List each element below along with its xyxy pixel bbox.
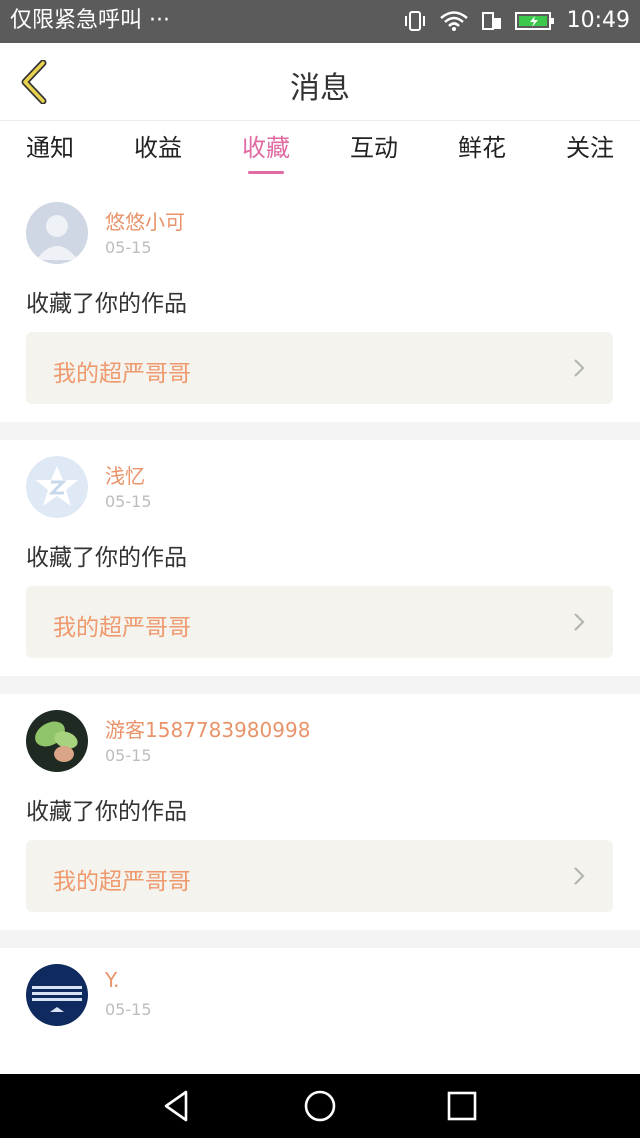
divider	[0, 676, 640, 694]
system-nav-bar	[0, 1074, 640, 1138]
message-date: 05-15	[105, 1000, 152, 1019]
chevron-right-icon	[574, 613, 585, 631]
work-link[interactable]: 我的超严哥哥	[26, 840, 613, 912]
tab-flowers[interactable]: 鲜花	[458, 122, 506, 186]
tab-notifications[interactable]: 通知	[26, 122, 74, 186]
tab-earnings[interactable]: 收益	[134, 122, 182, 186]
tab-favorites[interactable]: 收藏	[242, 122, 290, 186]
active-tab-indicator	[248, 171, 284, 174]
message-date: 05-15	[105, 746, 152, 765]
message-item: 浅忆 05-15 收藏了你的作品 我的超严哥哥	[0, 440, 640, 676]
home-circle-icon[interactable]	[302, 1088, 338, 1124]
tab-follows[interactable]: 关注	[566, 122, 614, 186]
work-title: 我的超严哥哥	[53, 361, 191, 387]
chevron-right-icon	[574, 359, 585, 377]
message-item: 游客1587783980998 05-15 收藏了你的作品 我的超严哥哥	[0, 694, 640, 930]
sim-icon	[481, 12, 501, 30]
message-text: 收藏了你的作品	[26, 291, 187, 317]
work-title: 我的超严哥哥	[53, 615, 191, 641]
status-icons: 10:49	[403, 6, 630, 36]
work-link[interactable]: 我的超严哥哥	[26, 332, 613, 404]
avatar[interactable]	[26, 202, 88, 264]
stripes-avatar-icon	[26, 964, 88, 1026]
message-date: 05-15	[105, 238, 152, 257]
username[interactable]: 悠悠小可	[105, 206, 185, 235]
qq-zone-avatar-icon	[26, 456, 88, 518]
divider	[0, 930, 640, 948]
work-title: 我的超严哥哥	[53, 869, 191, 895]
avatar[interactable]	[26, 964, 88, 1026]
username[interactable]: 浅忆	[105, 460, 145, 489]
clock: 10:49	[566, 8, 630, 33]
message-text: 收藏了你的作品	[26, 545, 187, 571]
battery-icon	[514, 12, 554, 30]
divider	[0, 422, 640, 440]
tab-bar: 通知 收益 收藏 互动 鲜花 关注	[0, 122, 640, 186]
avatar[interactable]	[26, 710, 88, 772]
tab-interactions[interactable]: 互动	[350, 122, 398, 186]
page-title: 消息	[290, 71, 350, 106]
vibrate-icon	[404, 11, 425, 31]
wifi-icon	[439, 11, 468, 31]
default-avatar-icon	[26, 202, 88, 264]
username[interactable]: Y.	[105, 968, 120, 992]
carrier-notice: 仅限紧急呼叫 ···	[10, 8, 170, 33]
avatar[interactable]	[26, 456, 88, 518]
message-list: 悠悠小可 05-15 收藏了你的作品 我的超严哥哥 浅忆 05-15 收藏了你的…	[0, 186, 640, 1138]
message-text: 收藏了你的作品	[26, 799, 187, 825]
work-link[interactable]: 我的超严哥哥	[26, 586, 613, 658]
leaf-photo-avatar-icon	[26, 710, 88, 772]
recent-apps-square-icon[interactable]	[444, 1088, 480, 1124]
username[interactable]: 游客1587783980998	[105, 714, 310, 743]
message-item: 悠悠小可 05-15 收藏了你的作品 我的超严哥哥	[0, 186, 640, 422]
message-date: 05-15	[105, 492, 152, 511]
app-header: 消息	[0, 43, 640, 121]
chevron-right-icon	[574, 867, 585, 885]
back-triangle-icon[interactable]	[158, 1088, 194, 1124]
status-bar: 仅限紧急呼叫 ··· 10:49	[0, 0, 640, 43]
